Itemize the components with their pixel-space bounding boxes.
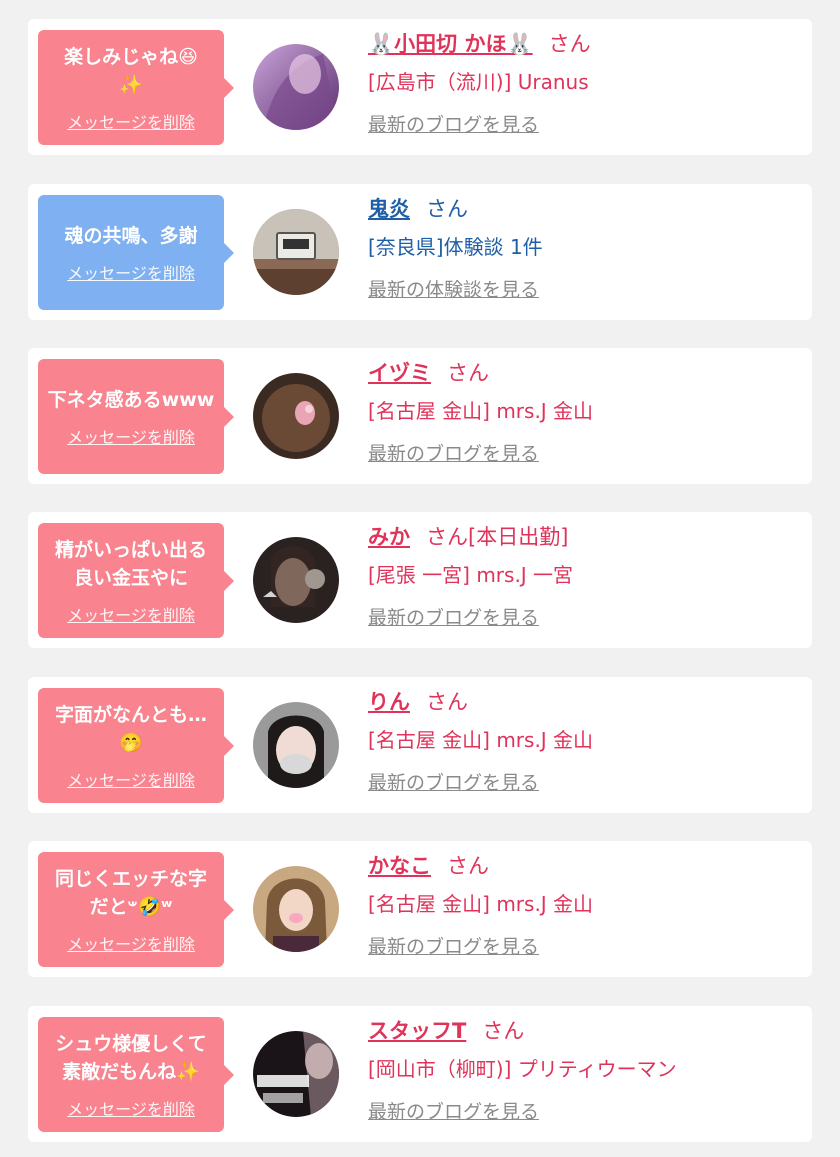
message-card: 下ネタ感あるwww メッセージを削除 イヅミ さん [名古屋 金山] mrs.J … [28, 348, 812, 484]
delete-message-link[interactable]: メッセージを削除 [67, 1096, 195, 1120]
message-list: 楽しみじゃね😆 ✨ メッセージを削除 🐰小田切 かほ🐰 さん [広島市（流川)] … [0, 0, 840, 1157]
message-card: 魂の共鳴、多謝 メッセージを削除 鬼炎 さん [奈良県]体験談 1件 最新の体験談… [28, 184, 812, 320]
latest-blog-link[interactable]: 最新のブログを見る [368, 440, 802, 468]
honorific: さん [482, 1019, 525, 1043]
message-bubble: シュウ様優しくて 素敵だもんね✨ メッセージを削除 [38, 1017, 234, 1132]
avatar[interactable] [253, 373, 339, 459]
profile-name-link[interactable]: みか [368, 525, 410, 549]
message-card: シュウ様優しくて 素敵だもんね✨ メッセージを削除 スタッフT さん [岡山市（柳… [28, 1006, 812, 1142]
message-text: 字面がなんとも… 🤭 [54, 703, 207, 754]
message-bubble: 魂の共鳴、多謝 メッセージを削除 [38, 195, 234, 310]
honorific: さん[本日出勤] [426, 525, 569, 549]
shop-info: [広島市（流川)] Uranus [368, 70, 589, 94]
shop-info: [尾張 一宮] mrs.J 一宮 [368, 563, 574, 587]
shop-info: [名古屋 金山] mrs.J 金山 [368, 892, 594, 916]
avatar[interactable] [253, 1031, 339, 1117]
latest-blog-link[interactable]: 最新のブログを見る [368, 604, 802, 632]
profile-name-link[interactable]: スタッフT [368, 1019, 466, 1043]
avatar[interactable] [253, 537, 339, 623]
honorific: さん [447, 361, 489, 385]
message-bubble: 下ネタ感あるwww メッセージを削除 [38, 359, 234, 474]
delete-message-link[interactable]: メッセージを削除 [67, 260, 195, 284]
profile-name-link[interactable]: りん [368, 690, 410, 714]
latest-blog-link[interactable]: 最新のブログを見る [368, 1098, 802, 1126]
honorific: さん [548, 32, 591, 56]
shop-info: [名古屋 金山] mrs.J 金山 [368, 728, 594, 752]
delete-message-link[interactable]: メッセージを削除 [67, 109, 195, 133]
message-bubble: 同じくエッチな字 だと𐤔🤣ʷ メッセージを削除 [38, 852, 234, 967]
message-text: 楽しみじゃね😆 ✨ [64, 45, 198, 96]
shop-info: [名古屋 金山] mrs.J 金山 [368, 399, 594, 423]
latest-blog-link[interactable]: 最新のブログを見る [368, 933, 802, 961]
delete-message-link[interactable]: メッセージを削除 [67, 767, 195, 791]
profile-name-link[interactable]: 🐰小田切 かほ🐰 [368, 32, 533, 56]
delete-message-link[interactable]: メッセージを削除 [67, 602, 195, 626]
profile-name-link[interactable]: イヅミ [368, 361, 431, 385]
delete-message-link[interactable]: メッセージを削除 [67, 931, 195, 955]
message-card: 精がいっぱい出る 良い金玉やに メッセージを削除 みか さん[本日出勤] [尾張 … [28, 512, 812, 648]
avatar[interactable] [253, 209, 339, 295]
delete-message-link[interactable]: メッセージを削除 [67, 424, 195, 448]
message-bubble: 精がいっぱい出る 良い金玉やに メッセージを削除 [38, 523, 234, 638]
message-bubble: 字面がなんとも… 🤭 メッセージを削除 [38, 688, 234, 803]
avatar[interactable] [253, 866, 339, 952]
message-card: 楽しみじゃね😆 ✨ メッセージを削除 🐰小田切 かほ🐰 さん [広島市（流川)] … [28, 19, 812, 155]
latest-blog-link[interactable]: 最新のブログを見る [368, 111, 802, 139]
avatar[interactable] [253, 702, 339, 788]
message-text: シュウ様優しくて 素敵だもんね✨ [55, 1032, 207, 1083]
message-text: 同じくエッチな字 だと𐤔🤣ʷ [54, 867, 207, 918]
profile-name-link[interactable]: かなこ [368, 854, 431, 878]
message-card: 字面がなんとも… 🤭 メッセージを削除 りん さん [名古屋 金山] mrs.J … [28, 677, 812, 813]
honorific: さん [426, 690, 468, 714]
latest-report-link[interactable]: 最新の体験談を見る [368, 276, 802, 304]
honorific: さん [447, 854, 489, 878]
message-text: 下ネタ感あるwww [47, 388, 215, 411]
message-text: 魂の共鳴、多謝 [64, 224, 198, 247]
shop-info: [奈良県]体験談 1件 [368, 235, 543, 259]
message-text: 精がいっぱい出る 良い金玉やに [54, 538, 207, 589]
honorific: さん [426, 197, 468, 221]
avatar[interactable] [253, 44, 339, 130]
message-card: 同じくエッチな字 だと𐤔🤣ʷ メッセージを削除 かなこ さん [名古屋 金山] m… [28, 841, 812, 977]
shop-info: [岡山市（柳町)] プリティウーマン [368, 1057, 677, 1081]
latest-blog-link[interactable]: 最新のブログを見る [368, 769, 802, 797]
profile-name-link[interactable]: 鬼炎 [368, 197, 410, 221]
message-bubble: 楽しみじゃね😆 ✨ メッセージを削除 [38, 30, 234, 145]
